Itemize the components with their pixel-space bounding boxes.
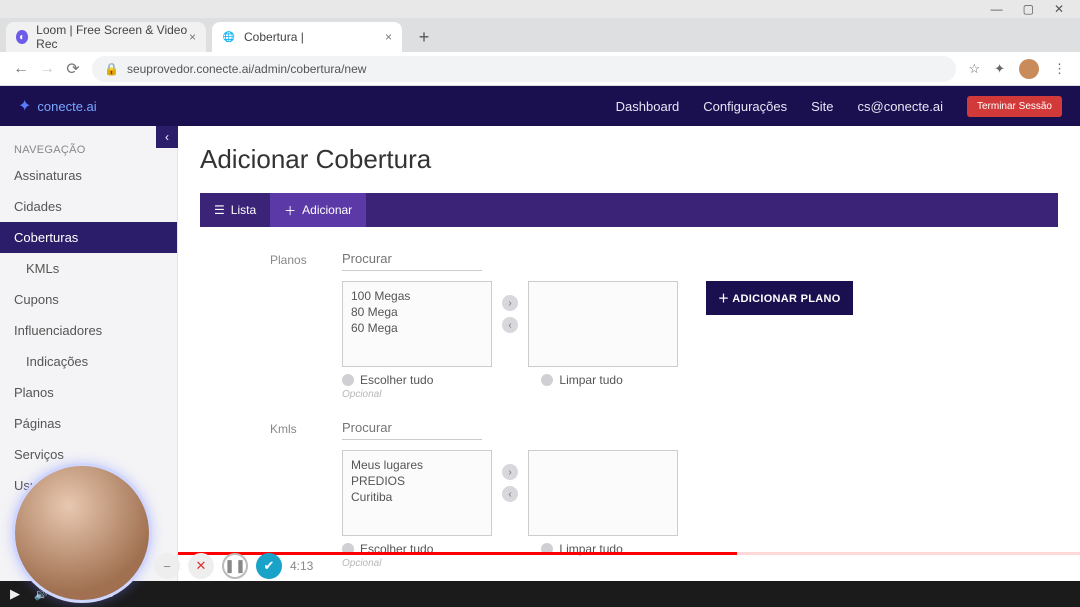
browser-tab[interactable]: ◐ Loom | Free Screen & Video Rec ×	[6, 22, 206, 52]
sidebar-collapse-button[interactable]: ‹	[156, 126, 178, 148]
loom-done-button[interactable]: ✔	[256, 553, 282, 579]
reload-button[interactable]: ⟳	[60, 59, 86, 79]
option-label: Limpar tudo	[559, 373, 622, 387]
back-button[interactable]: ←	[8, 60, 34, 78]
field-hint: Opcional	[342, 389, 1018, 400]
logout-button[interactable]: Terminar Sessão	[967, 96, 1062, 117]
tab-title: Cobertura |	[244, 30, 304, 44]
loom-pause-button[interactable]: ❚❚	[222, 553, 248, 579]
list-item[interactable]: 80 Mega	[351, 304, 483, 320]
move-right-button[interactable]: ›	[502, 295, 518, 311]
browser-toolbar: ← → ⟳ 🔒 seuprovedor.conecte.ai/admin/cob…	[0, 52, 1080, 86]
header-nav: Dashboard Configurações Site cs@conecte.…	[616, 96, 1062, 117]
main-content: Adicionar Cobertura ☰ Lista ＋ Adicionar …	[178, 126, 1080, 581]
window-close[interactable]: ✕	[1054, 2, 1064, 16]
forward-button[interactable]: →	[34, 60, 60, 78]
brand-icon: ✦	[18, 96, 31, 116]
loom-favicon: ◐	[16, 30, 28, 44]
close-icon[interactable]: ×	[189, 30, 196, 44]
tab-label: Lista	[231, 203, 256, 217]
sidebar-item-cidades[interactable]: Cidades	[0, 191, 177, 222]
move-left-button[interactable]: ‹	[502, 317, 518, 333]
button-label: ADICIONAR PLANO	[732, 293, 840, 305]
list-item[interactable]: Curitiba	[351, 489, 483, 505]
window-controls: — ▢ ✕	[0, 0, 1080, 18]
loom-controls: − ✕ ❚❚ ✔ 4:13	[154, 553, 313, 579]
loom-clip-time: 4:13	[290, 559, 313, 573]
sidebar-item-coberturas[interactable]: Coberturas	[0, 222, 177, 253]
workspace: ‹ NAVEGAÇÃO Assinaturas Cidades Cobertur…	[0, 126, 1080, 581]
lock-icon: 🔒	[104, 62, 119, 76]
clear-all-planos[interactable]: Limpar tudo	[541, 373, 622, 387]
loom-presenter-bubble[interactable]	[12, 463, 152, 603]
add-plano-button[interactable]: ＋ ADICIONAR PLANO	[706, 281, 853, 315]
field-label: Kmls	[270, 416, 342, 569]
extensions-icon[interactable]: ✦	[994, 61, 1005, 77]
move-left-button[interactable]: ‹	[502, 486, 518, 502]
tab-label: Adicionar	[302, 203, 352, 217]
loom-stop-button[interactable]: ✕	[188, 553, 214, 579]
play-button[interactable]: ▶	[10, 586, 20, 602]
video-player-bar: ▶ 🔊 0:47 / 1:16	[0, 581, 1080, 607]
radio-icon	[541, 374, 553, 386]
window-maximize[interactable]: ▢	[1023, 2, 1034, 16]
plus-icon: ＋	[284, 202, 296, 219]
browser-tab-strip: ◐ Loom | Free Screen & Video Rec × 🌐 Cob…	[0, 18, 1080, 52]
globe-favicon: 🌐	[222, 30, 236, 44]
new-tab-button[interactable]: +	[412, 25, 436, 49]
profile-avatar[interactable]	[1019, 59, 1039, 79]
move-right-button[interactable]: ›	[502, 464, 518, 480]
list-item[interactable]: Meus lugares	[351, 457, 483, 473]
kmls-available-list[interactable]: Meus lugares PREDIOS Curitiba	[342, 450, 492, 536]
nav-email[interactable]: cs@conecte.ai	[858, 99, 943, 114]
field-planos: Planos 100 Megas 80 Mega 60 Mega › ‹	[270, 247, 1018, 400]
choose-all-planos[interactable]: Escolher tudo	[342, 373, 433, 387]
tab-adicionar[interactable]: ＋ Adicionar	[270, 193, 366, 227]
loom-rewind-button[interactable]: −	[154, 553, 180, 579]
transfer-buttons: › ‹	[502, 281, 518, 333]
form-area: Planos 100 Megas 80 Mega 60 Mega › ‹	[200, 227, 1058, 569]
sidebar-item-influenciadores[interactable]: Influenciadores	[0, 315, 177, 346]
field-label: Planos	[270, 247, 342, 400]
sidebar-item-planos[interactable]: Planos	[0, 377, 177, 408]
sidebar-item-kmls[interactable]: KMLs	[0, 253, 177, 284]
planos-selected-list[interactable]	[528, 281, 678, 367]
brand-logo[interactable]: ✦ conecte.ai	[18, 96, 97, 116]
sidebar-item-paginas[interactable]: Páginas	[0, 408, 177, 439]
menu-icon[interactable]: ⋮	[1053, 61, 1066, 77]
browser-tab[interactable]: 🌐 Cobertura | ×	[212, 22, 402, 52]
radio-icon	[342, 374, 354, 386]
url-text: seuprovedor.conecte.ai/admin/cobertura/n…	[127, 62, 366, 76]
sidebar-item-indicacoes[interactable]: Indicações	[0, 346, 177, 377]
nav-config[interactable]: Configurações	[703, 99, 787, 114]
close-icon[interactable]: ×	[385, 30, 392, 44]
list-item[interactable]: PREDIOS	[351, 473, 483, 489]
sidebar-section-label: NAVEGAÇÃO	[0, 136, 177, 160]
app-header: ✦ conecte.ai Dashboard Configurações Sit…	[0, 86, 1080, 126]
nav-dashboard[interactable]: Dashboard	[616, 99, 680, 114]
transfer-buttons: › ‹	[502, 450, 518, 502]
address-bar[interactable]: 🔒 seuprovedor.conecte.ai/admin/cobertura…	[92, 56, 956, 82]
option-label: Escolher tudo	[360, 373, 433, 387]
star-icon[interactable]: ☆	[968, 61, 980, 77]
tab-lista[interactable]: ☰ Lista	[200, 193, 270, 227]
planos-available-list[interactable]: 100 Megas 80 Mega 60 Mega	[342, 281, 492, 367]
list-item[interactable]: 60 Mega	[351, 320, 483, 336]
planos-search-input[interactable]	[342, 247, 482, 271]
kmls-selected-list[interactable]	[528, 450, 678, 536]
content-tabs: ☰ Lista ＋ Adicionar	[200, 193, 1058, 227]
window-minimize[interactable]: —	[991, 2, 1003, 16]
sidebar-item-assinaturas[interactable]: Assinaturas	[0, 160, 177, 191]
page-title: Adicionar Cobertura	[200, 144, 1058, 175]
tab-title: Loom | Free Screen & Video Rec	[36, 23, 189, 51]
sidebar-item-cupons[interactable]: Cupons	[0, 284, 177, 315]
list-item[interactable]: 100 Megas	[351, 288, 483, 304]
kmls-search-input[interactable]	[342, 416, 482, 440]
list-icon: ☰	[214, 203, 225, 217]
field-hint: Opcional	[342, 558, 1018, 569]
field-kmls: Kmls Meus lugares PREDIOS Curitiba › ‹	[270, 416, 1018, 569]
brand-text: conecte.ai	[37, 99, 96, 114]
nav-site[interactable]: Site	[811, 99, 833, 114]
